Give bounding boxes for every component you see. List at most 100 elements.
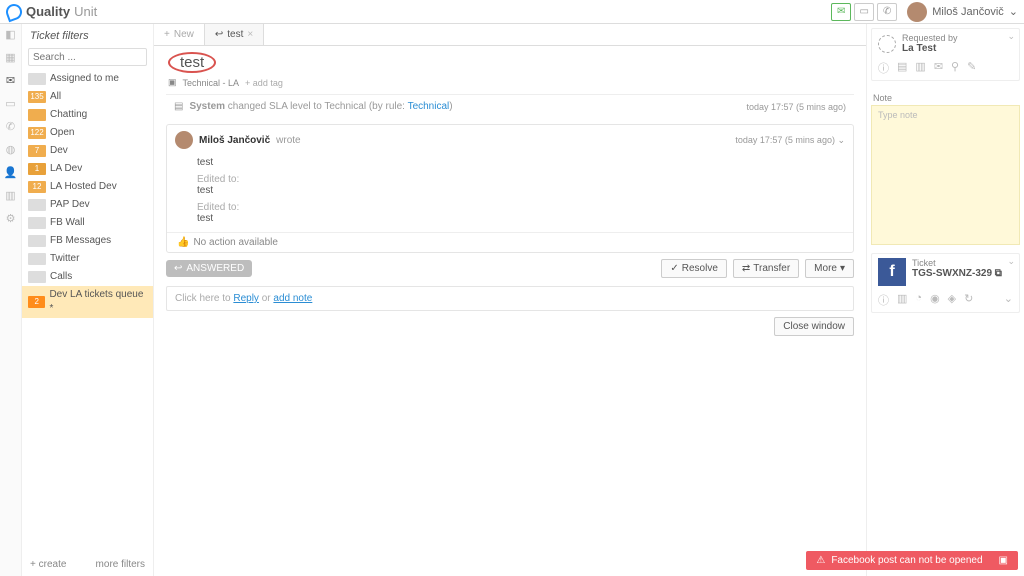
user-menu[interactable]: Miloš Jančovič ⌄ [907,2,1018,22]
chevron-down-icon[interactable]: ⌄ [1007,31,1015,42]
avatar [907,2,927,22]
sidebar-item[interactable]: FB Messages [22,232,153,250]
sidebar-item[interactable]: Assigned to me [22,70,153,88]
message-footer: 👍 No action available [167,232,853,252]
clock-icon[interactable]: ◔ [915,292,922,308]
message-author: Miloš Jančovič [199,135,270,146]
nav-rail: ◧ ▦ ✉ ▭ ✆ ◍ 👤 ▥ ⚙ [0,24,22,576]
action-bar: ↩ ANSWERED ✓ Resolve ⇄ Transfer More ▾ [166,253,854,284]
requester-card[interactable]: ⌄ Requested by La Test ⓘ ▤ ▥ ✉ ⚲ ✎ [871,28,1020,81]
message-body-3: test [197,213,843,224]
tab-ticket[interactable]: ↩ test × [205,24,264,45]
create-filter[interactable]: + create [30,559,66,570]
close-window-button[interactable]: Close window [774,317,854,336]
toast-close-icon[interactable]: ▣ [999,555,1008,566]
rail-user-icon[interactable]: 👤 [4,166,18,179]
toast-text: Facebook post can not be opened [831,555,982,566]
resolve-button[interactable]: ✓ Resolve [661,259,727,278]
note-input[interactable]: Type note [871,105,1020,245]
tab-new[interactable]: + New [154,24,205,45]
chevron-down-icon[interactable]: ⌄ [1007,256,1015,267]
ticket-card[interactable]: ⌄ f Ticket TGS-SWXNZ-329 ⧉ ⓘ ▥ ◔ ◉ ◈ ↻ ⌄ [871,253,1020,313]
call-icon[interactable]: ✆ [877,3,897,21]
sidebar-item[interactable]: Calls [22,268,153,286]
chat-icon[interactable]: ▭ [854,3,874,21]
sidebar-item[interactable]: 2Dev LA tickets queue * [22,286,153,318]
edited-label: Edited to: [197,174,843,185]
history-icon[interactable]: ↻ [964,292,973,308]
sidebar-item[interactable]: Chatting [22,106,153,124]
more-button[interactable]: More ▾ [805,259,854,278]
tabs: + New ↩ test × [154,24,866,46]
gear-icon [878,35,896,53]
rail-phone-icon[interactable]: ✆ [6,120,15,133]
rail-grid-icon[interactable]: ▦ [5,51,15,64]
sidebar-item[interactable]: Twitter [22,250,153,268]
ticket-header: test ▣ Technical - LA + add tag [154,46,866,94]
rail-globe-icon[interactable]: ◍ [6,143,16,156]
error-toast[interactable]: ⚠ Facebook post can not be opened ▣ [806,551,1018,570]
user-name: Miloš Jančovič [932,6,1004,18]
content: + New ↩ test × test ▣ Technical - LA + a… [154,24,866,576]
status-pill[interactable]: ↩ ANSWERED [166,260,252,277]
reply-icon: ↩ [215,29,223,40]
rail-gear-icon[interactable]: ⚙ [6,212,16,225]
add-tag[interactable]: + add tag [245,78,283,88]
message-body-2: test [197,185,843,196]
ticket-title[interactable]: test [168,52,216,73]
sidebar: Ticket filters Assigned to me135AllChatt… [22,24,154,576]
avatar [175,131,193,149]
sidebar-item[interactable]: 12LA Hosted Dev [22,178,153,196]
sidebar-item[interactable]: 7Dev [22,142,153,160]
info-icon[interactable]: ⓘ [878,60,889,76]
message: Miloš Jančovič wrote today 17:57 (5 mins… [166,124,854,253]
mail-icon[interactable]: ✉ [831,3,851,21]
sidebar-item[interactable]: 122Open [22,124,153,142]
sidebar-item[interactable]: PAP Dev [22,196,153,214]
edit-icon[interactable]: ✎ [967,60,976,76]
copy-icon[interactable]: ▥ [897,292,907,308]
more-filters[interactable]: more filters [96,559,145,570]
add-note-link: add note [273,293,312,304]
close-icon[interactable]: × [247,29,253,40]
transfer-button[interactable]: ⇄ Transfer [733,259,799,278]
thumb-icon: 👍 [177,237,189,248]
ticket-label: Ticket [912,258,1002,268]
message-body: test [197,157,843,168]
event-time: today 17:57 (5 mins ago) [746,102,846,112]
topbar-actions: ✉ ▭ ✆ [831,3,897,21]
info-icon[interactable]: ⓘ [878,292,889,308]
message-time: today 17:57 (5 mins ago) ⌄ [735,135,845,146]
chevron-down-icon[interactable]: ⌄ [1004,292,1013,308]
sidebar-item[interactable]: FB Wall [22,214,153,232]
rail-building-icon[interactable]: ▥ [5,189,15,202]
doc-icon: ▤ [174,101,183,112]
doc-icon[interactable]: ▤ [897,60,907,76]
sidebar-item[interactable]: 135All [22,88,153,106]
folder-icon: ▣ [168,77,177,88]
rail-dashboard-icon[interactable]: ◧ [5,28,15,41]
brand-logo[interactable]: QualityUnit [6,4,97,20]
system-event: ▤ System changed SLA level to Technical … [166,94,854,118]
wrote-label: wrote [276,135,300,146]
tab-label: test [227,29,243,40]
sidebar-item[interactable]: 1LA Dev [22,160,153,178]
reply-area[interactable]: Click here to Reply or add note [166,286,854,311]
topbar: QualityUnit ✉ ▭ ✆ Miloš Jančovič ⌄ [0,0,1024,24]
eye-icon[interactable]: ◉ [930,292,940,308]
tag-icon[interactable]: ◈ [948,292,956,308]
page-icon[interactable]: ▥ [915,60,925,76]
rule-link[interactable]: Technical [408,101,450,112]
rail-mail-icon[interactable]: ✉ [6,74,15,87]
link-icon[interactable]: ⚲ [951,60,959,76]
requester-name: La Test [902,43,958,54]
search-input[interactable] [28,48,147,66]
ticket-id: TGS-SWXNZ-329 ⧉ [912,268,1002,279]
chevron-down-icon: ⌄ [1009,5,1018,18]
ticket-dept[interactable]: Technical - LA [183,78,240,88]
rail-chat-icon[interactable]: ▭ [5,97,15,110]
brand-suffix: Unit [74,4,97,19]
edited-label-2: Edited to: [197,202,843,213]
note-label: Note [873,93,1018,103]
mail-icon[interactable]: ✉ [934,60,943,76]
